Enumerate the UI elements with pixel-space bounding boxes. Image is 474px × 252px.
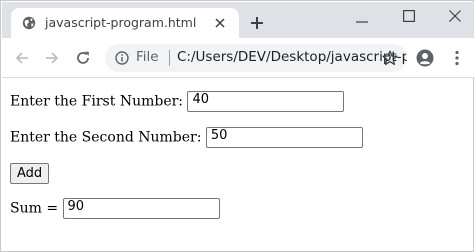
window-close-icon[interactable] [449,10,461,22]
globe-icon [22,16,36,30]
kebab-menu-icon[interactable] [454,50,460,66]
bookmark-star-icon[interactable] [382,50,398,66]
url-text[interactable]: C:/Users/DEV/Desktop/javascript-program.… [177,49,407,65]
sum-label: Sum = [10,200,59,217]
reload-icon[interactable] [75,50,91,66]
omnibox-divider [169,50,170,66]
info-icon[interactable] [115,51,129,65]
sum-output[interactable]: 90 [62,198,220,219]
address-bar[interactable]: File C:/Users/DEV/Desktop/javascript-pro… [105,44,407,72]
first-number-row: Enter the First Number: 40 [10,91,345,112]
second-number-row: Enter the Second Number: 50 [10,127,363,148]
minimize-icon[interactable] [356,16,368,28]
tab-title: javascript-program.html [45,15,197,30]
page-content: Enter the First Number: 40 Enter the Sec… [2,79,474,252]
add-button[interactable]: Add [10,163,50,184]
url-scheme-label: File [136,49,159,65]
forward-arrow-icon[interactable] [44,50,60,66]
tab-strip: javascript-program.html [2,2,474,38]
first-number-label: Enter the First Number: [10,93,184,110]
browser-window: javascript-program.html File C:/Users/DE… [0,0,474,252]
close-icon[interactable] [214,17,226,29]
back-arrow-icon[interactable] [14,50,30,66]
second-number-input[interactable]: 50 [205,127,363,148]
second-number-label: Enter the Second Number: [10,129,202,146]
sum-row: Sum = 90 [10,198,220,219]
browser-toolbar: File C:/Users/DEV/Desktop/javascript-pro… [2,38,474,78]
new-tab-icon[interactable] [250,16,264,30]
active-tab[interactable]: javascript-program.html [11,8,239,38]
first-number-input[interactable]: 40 [187,91,345,112]
profile-avatar-icon[interactable] [416,49,434,67]
maximize-icon[interactable] [403,10,415,22]
